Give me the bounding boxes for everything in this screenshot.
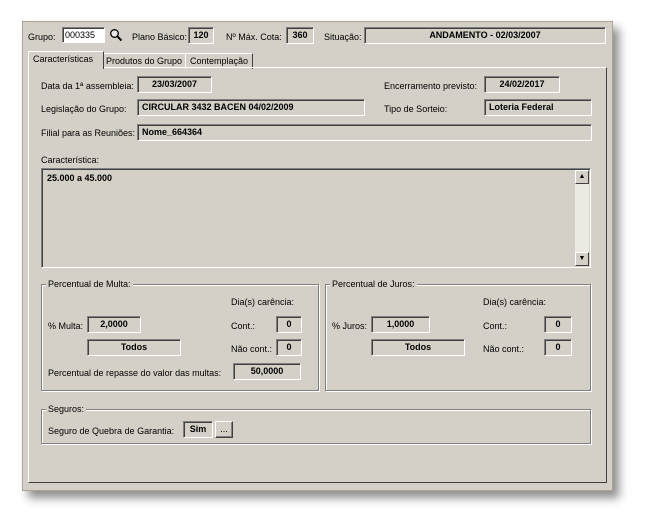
- juros-group-title: Percentual de Juros:: [330, 279, 417, 290]
- group-window: Grupo: 000335 Plano Básico: 120 Nº Máx. …: [22, 21, 613, 491]
- tab-label: Contemplação: [190, 56, 249, 66]
- multa-todos-field: Todos: [87, 339, 181, 356]
- sorteio-value: Loteria Federal: [484, 99, 592, 116]
- multa-nao-cont-label: Não cont.:: [231, 344, 273, 354]
- juros-nao-cont-label: Não cont.:: [483, 344, 525, 354]
- multa-cont-value: 0: [276, 316, 302, 333]
- multa-repasse-label: Percentual de repasse do valor das multa…: [48, 368, 222, 378]
- grupo-input[interactable]: 000335: [62, 27, 105, 43]
- juros-pct-label: % Juros:: [332, 321, 368, 331]
- tab-caracteristicas[interactable]: Características: [28, 51, 104, 69]
- seguros-group: Seguros: Seguro de Quebra de Garantia: S…: [41, 404, 591, 444]
- filial-value: Nome_664364: [137, 124, 592, 141]
- max-cota-label: Nº Máx. Cota:: [226, 32, 282, 42]
- multa-carencia-label: Dia(s) carência:: [231, 297, 295, 307]
- data-assembleia-value: 23/03/2007: [137, 76, 212, 93]
- juros-todos-field: Todos: [371, 339, 465, 356]
- grupo-label: Grupo:: [28, 32, 56, 42]
- multa-cont-label: Cont.:: [231, 321, 256, 331]
- search-icon[interactable]: [109, 28, 123, 42]
- caracteristicas-panel: Data da 1ª assembleia: 23/03/2007 Encerr…: [28, 67, 607, 483]
- scroll-down-icon[interactable]: ▼: [575, 252, 589, 266]
- juros-cont-value: 0: [544, 316, 572, 333]
- quebra-garantia-label: Seguro de Quebra de Garantia:: [48, 426, 175, 436]
- encerramento-value: 24/02/2017: [484, 76, 560, 93]
- data-assembleia-label: Data da 1ª assembleia:: [41, 81, 134, 91]
- multa-group: Percentual de Multa: Dia(s) carência: % …: [41, 279, 319, 391]
- memo-scrollbar[interactable]: ▲ ▼: [575, 170, 589, 266]
- multa-pct-value: 2,0000: [87, 316, 141, 333]
- juros-cont-label: Cont.:: [483, 321, 508, 331]
- max-cota-value: 360: [286, 27, 314, 44]
- scroll-up-icon[interactable]: ▲: [575, 170, 589, 184]
- caracteristica-text: 25.000 a 45.000: [47, 173, 113, 183]
- legislacao-value: CIRCULAR 3432 BACEN 04/02/2009: [137, 99, 365, 116]
- juros-carencia-label: Dia(s) carência:: [483, 297, 547, 307]
- tab-label: Características: [33, 54, 94, 64]
- caracteristica-memo[interactable]: 25.000 a 45.000 ▲ ▼: [41, 168, 591, 268]
- quebra-garantia-value: Sim: [183, 421, 213, 438]
- multa-repasse-value: 50,0000: [233, 363, 301, 380]
- juros-group: Percentual de Juros: Dia(s) carência: % …: [325, 279, 591, 391]
- sorteio-label: Tipo de Sorteio:: [384, 104, 448, 114]
- plano-value: 120: [188, 27, 214, 44]
- quebra-garantia-more-button[interactable]: ...: [215, 421, 233, 438]
- juros-pct-value: 1,0000: [371, 316, 430, 333]
- tab-label: Produtos do Grupo: [106, 56, 183, 66]
- multa-pct-label: % Multa:: [48, 321, 84, 331]
- filial-label: Filial para as Reuniões:: [41, 128, 136, 138]
- seguros-group-title: Seguros:: [46, 404, 87, 415]
- multa-nao-cont-value: 0: [276, 339, 302, 356]
- plano-label: Plano Básico:: [132, 32, 188, 42]
- legislacao-label: Legislação do Grupo:: [41, 104, 127, 114]
- situacao-label: Situação:: [324, 32, 362, 42]
- caracteristica-label: Característica:: [41, 155, 100, 165]
- situacao-value: ANDAMENTO - 02/03/2007: [364, 27, 606, 44]
- multa-group-title: Percentual de Multa:: [46, 279, 133, 290]
- juros-nao-cont-value: 0: [544, 339, 572, 356]
- encerramento-label: Encerramento previsto:: [384, 81, 478, 91]
